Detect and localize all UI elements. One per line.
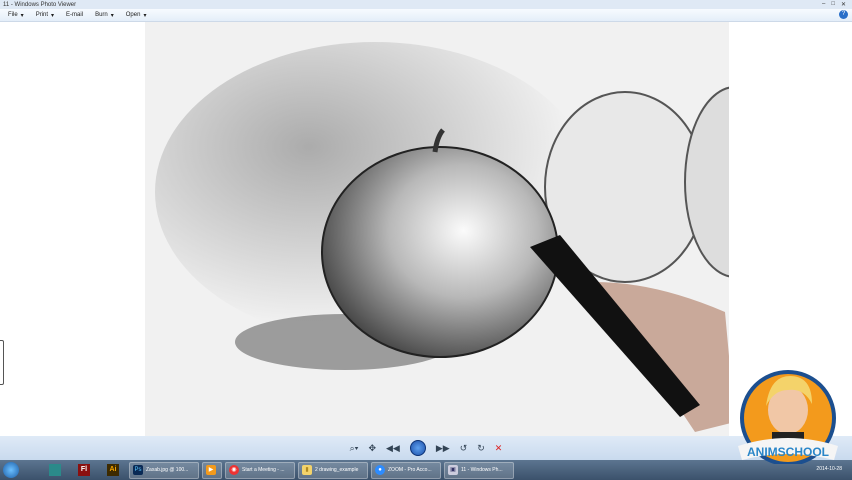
window-title: 11 - Windows Photo Viewer <box>3 1 77 8</box>
task-chrome[interactable]: ◉ Start a Meeting - ... <box>225 461 295 479</box>
delete-button[interactable]: ✕ <box>495 443 503 454</box>
zoom-icon: ● <box>375 465 385 475</box>
task-label: Start a Meeting - ... <box>242 467 285 473</box>
chevron-down-icon: ▾ <box>20 12 24 19</box>
minimize-button[interactable]: – <box>822 1 825 8</box>
maximize-button[interactable]: □ <box>831 1 835 8</box>
menu-label: Print <box>35 11 49 18</box>
animschool-logo: ANIMSCHOOL <box>738 370 838 464</box>
autodesk-icon[interactable] <box>49 464 61 476</box>
title-bar: 11 - Windows Photo Viewer – □ ✕ <box>0 0 852 9</box>
photo-viewer-icon: ▣ <box>448 465 458 475</box>
menu-email[interactable]: E-mail <box>66 12 83 18</box>
chevron-down-icon: ▾ <box>110 12 114 19</box>
flash-icon[interactable]: Fl <box>78 464 90 476</box>
rotate-cw-button[interactable]: ↻ <box>477 443 485 454</box>
close-button[interactable]: ✕ <box>841 1 846 8</box>
previous-button[interactable]: ◀◀ <box>386 443 400 454</box>
side-handle[interactable] <box>0 340 4 385</box>
photoshop-icon: Ps <box>133 465 143 475</box>
start-button[interactable] <box>3 462 19 478</box>
task-label: 2 drawing_example <box>315 467 359 473</box>
sketch-photo <box>145 22 729 436</box>
menu-file[interactable]: File ▾ <box>8 12 24 19</box>
icon-label: Fl <box>80 466 88 473</box>
task-label: 11 - Windows Ph... <box>461 467 503 473</box>
fit-button[interactable]: ✥ <box>368 443 376 454</box>
menu-label: E-mail <box>66 12 84 18</box>
menu-burn[interactable]: Burn ▾ <box>95 12 114 19</box>
task-zoom[interactable]: ● ZOOM - Pro Acco... <box>371 461 441 479</box>
menu-bar: File ▾ Print ▾ E-mail Burn ▾ Open ▾ <box>0 9 852 22</box>
media-icon: ▶ <box>206 465 216 475</box>
menu-print[interactable]: Print ▾ <box>36 12 54 19</box>
system-tray-clock[interactable]: 2014-10-28 <box>816 466 842 472</box>
menu-label: File <box>8 11 18 18</box>
menu-label: Burn <box>95 11 108 18</box>
next-button[interactable]: ▶▶ <box>436 443 450 454</box>
task-photo-viewer[interactable]: ▣ 11 - Windows Ph... <box>444 461 514 479</box>
rotate-ccw-button[interactable]: ↺ <box>460 443 468 454</box>
slideshow-button[interactable] <box>409 440 426 456</box>
chevron-down-icon: ▾ <box>143 12 147 19</box>
folder-icon: ▮ <box>302 465 312 475</box>
zoom-button[interactable]: ⌕▾ <box>350 443 359 454</box>
chrome-icon: ◉ <box>229 465 239 475</box>
task-folder[interactable]: ▮ 2 drawing_example <box>298 461 368 479</box>
menu-open[interactable]: Open ▾ <box>126 12 147 19</box>
icon-label: Ai <box>109 466 117 473</box>
svg-text:ANIMSCHOOL: ANIMSCHOOL <box>747 445 829 459</box>
task-label: ZOOM - Pro Acco... <box>388 467 432 473</box>
task-label: Zaxab.jpg @ 100... <box>146 467 189 473</box>
taskbar: Fl Ai Ps Zaxab.jpg @ 100... ▶ ◉ Start a Me… <box>0 460 852 480</box>
help-icon[interactable]: ? <box>839 10 848 19</box>
menu-label: Open <box>125 11 141 18</box>
task-photoshop[interactable]: Ps Zaxab.jpg @ 100... <box>129 461 199 479</box>
viewer-controls: ⌕▾ ✥ ◀◀ ▶▶ ↺ ↻ ✕ <box>0 436 852 460</box>
illustrator-icon[interactable]: Ai <box>107 464 119 476</box>
task-media[interactable]: ▶ <box>202 461 222 479</box>
chevron-down-icon: ▾ <box>51 12 55 19</box>
